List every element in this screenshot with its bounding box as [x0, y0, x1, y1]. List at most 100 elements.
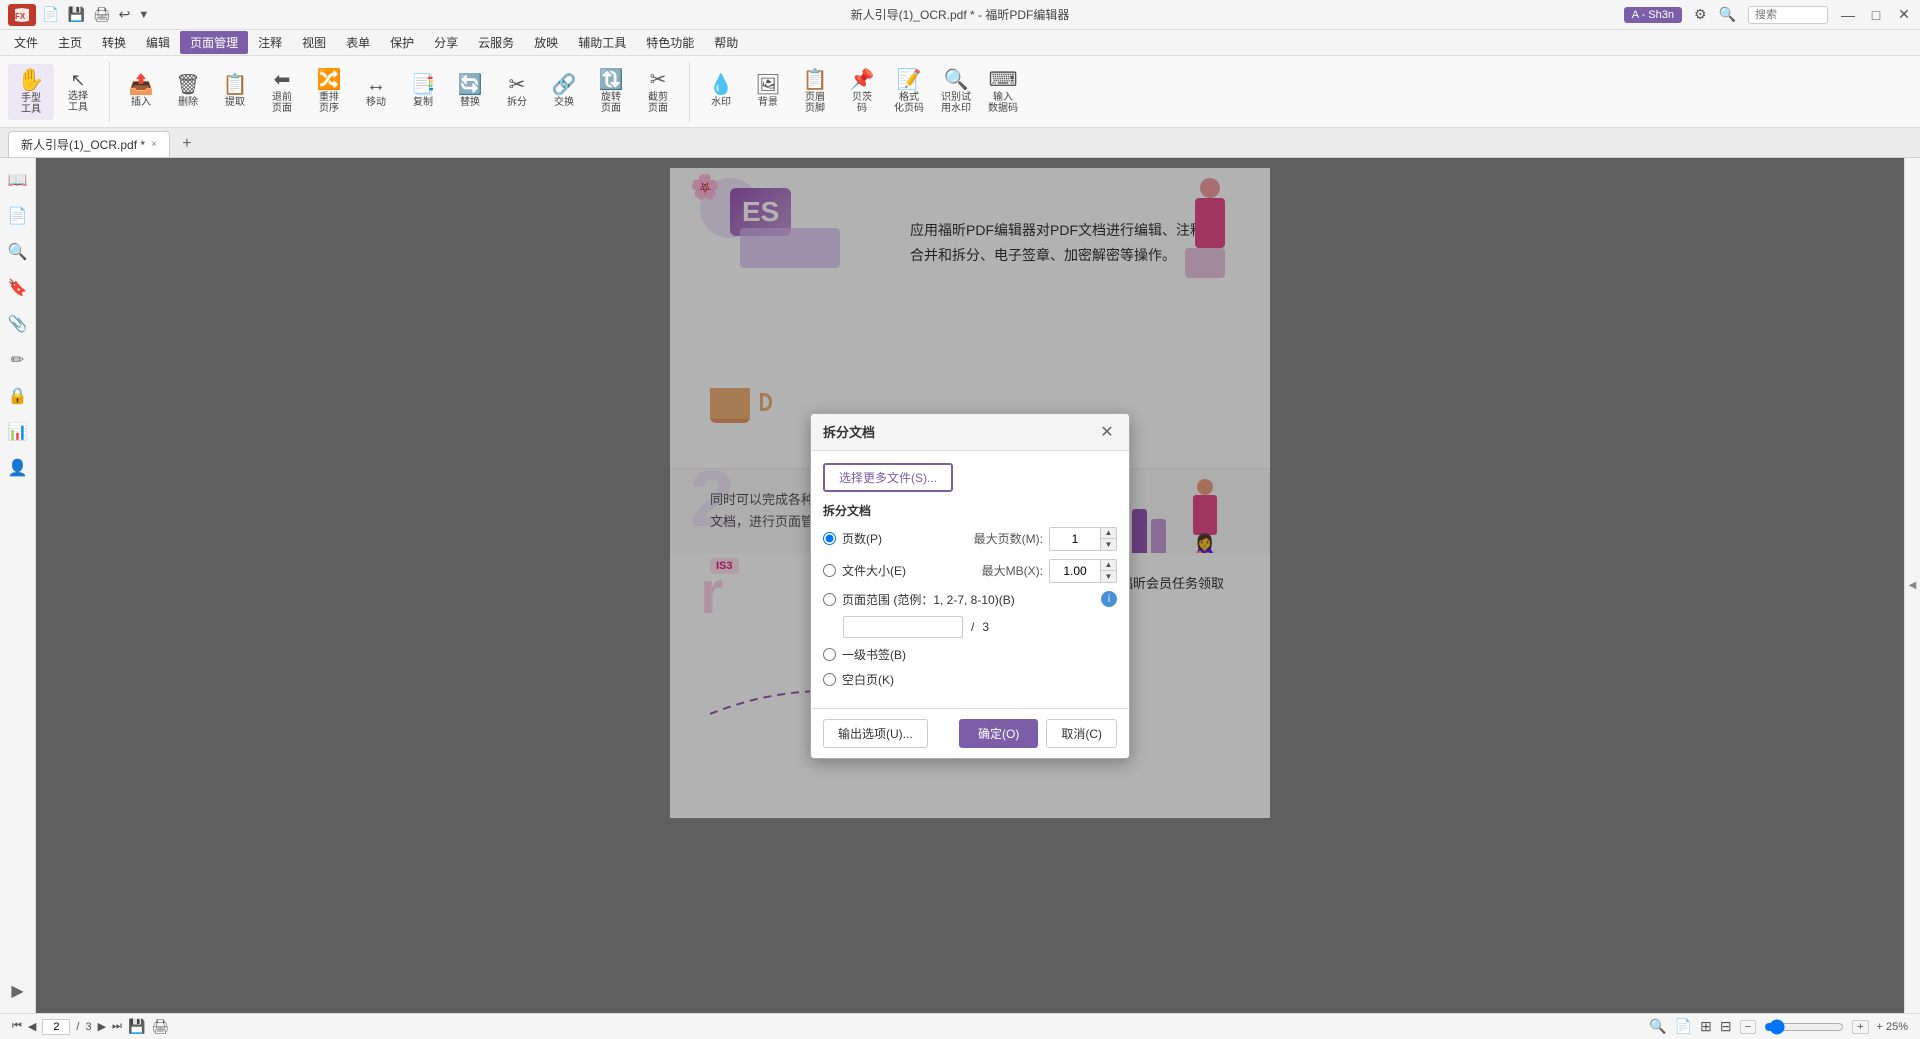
cancel-btn[interactable]: 取消(C)	[1046, 719, 1117, 748]
menu-item-cloud[interactable]: 云服务	[468, 31, 524, 54]
max-pages-spinbox[interactable]: 1 ▲ ▼	[1049, 527, 1117, 551]
print-status-btn[interactable]: 🖨	[151, 1018, 169, 1035]
zoom-plus-btn[interactable]: +	[1852, 1020, 1868, 1034]
hand-tool-btn[interactable]: ✋ 手型工具	[8, 64, 54, 120]
menu-item-view[interactable]: 视图	[292, 31, 336, 54]
maximize-btn[interactable]: □	[1868, 7, 1884, 23]
option-range-radio[interactable]	[823, 593, 836, 606]
copy-btn[interactable]: 📑 复制	[400, 64, 446, 120]
ocr-btn[interactable]: 🔍 识别试用水印	[933, 64, 979, 120]
menu-item-file[interactable]: 文件	[4, 31, 48, 54]
menu-item-form[interactable]: 表单	[336, 31, 380, 54]
move-btn[interactable]: ↔ 移动	[353, 64, 399, 120]
page-range-input[interactable]	[843, 616, 963, 638]
nav-next-btn[interactable]: ▶	[98, 1020, 106, 1033]
insert-btn[interactable]: 📤 插入	[118, 64, 164, 120]
sidebar-security-icon[interactable]: 🔒	[4, 382, 32, 410]
redo-dropdown-icon[interactable]: ▼	[136, 9, 151, 21]
option-bookmark-radio[interactable]	[823, 648, 836, 661]
undo-icon[interactable]: ↩	[117, 6, 133, 23]
document-tab[interactable]: 新人引导(1)_OCR.pdf * ×	[8, 131, 170, 157]
option-filesize-label[interactable]: 文件大小(E)	[842, 562, 976, 579]
output-options-btn[interactable]: 输出选项(U)...	[823, 719, 928, 748]
tab-close-btn[interactable]: ×	[151, 139, 157, 150]
max-pages-up-btn[interactable]: ▲	[1100, 528, 1116, 539]
view-scroll-icon[interactable]: ⊟	[1720, 1018, 1732, 1035]
print-icon[interactable]: 🖨	[91, 6, 113, 23]
max-pages-input[interactable]: 1	[1050, 530, 1100, 548]
extract-btn[interactable]: 📋 提取	[212, 64, 258, 120]
sidebar-expand-btn[interactable]: ▶	[4, 977, 32, 1005]
input-btn[interactable]: ⌨ 输入数据码	[980, 64, 1026, 120]
header-btn[interactable]: 📋 页眉页脚	[792, 64, 838, 120]
replace-btn[interactable]: 🔄 替换	[447, 64, 493, 120]
sidebar-pages-icon[interactable]: 📄	[4, 202, 32, 230]
new-tab-btn[interactable]: +	[174, 131, 200, 157]
max-mb-up-btn[interactable]: ▲	[1100, 560, 1116, 571]
option-blank-label[interactable]: 空白页(K)	[842, 671, 1117, 688]
dialog-close-btn[interactable]: ✕	[1097, 422, 1117, 442]
menu-item-edit[interactable]: 编辑	[136, 31, 180, 54]
view-single-icon[interactable]: 📄	[1675, 1018, 1692, 1035]
zoom-minus-btn[interactable]: −	[1740, 1020, 1756, 1034]
select-files-btn[interactable]: 选择更多文件(S)...	[823, 463, 953, 492]
save-icon[interactable]: 💾	[65, 6, 86, 23]
view-grid-icon[interactable]: ⊞	[1700, 1018, 1712, 1035]
menu-item-comment[interactable]: 注释	[248, 31, 292, 54]
sidebar-search-icon[interactable]: 🔍	[4, 238, 32, 266]
sidebar-bookmark-icon[interactable]: 🔖	[4, 274, 32, 302]
option-pages-radio[interactable]	[823, 532, 836, 545]
page-number-input[interactable]	[42, 1019, 70, 1035]
close-btn[interactable]: ✕	[1896, 7, 1912, 23]
minimize-btn[interactable]: —	[1840, 7, 1856, 23]
pagenumber-btn[interactable]: 📝 格式化页码	[886, 64, 932, 120]
ok-btn[interactable]: 确定(O)	[959, 719, 1038, 748]
option-range-label[interactable]: 页面范围 (范例：1, 2-7, 8-10)(B)	[842, 591, 1095, 608]
menu-item-home[interactable]: 主页	[48, 31, 92, 54]
search-input[interactable]	[1748, 6, 1828, 24]
zoom-out-icon[interactable]: 🔍	[1649, 1018, 1666, 1035]
select-tool-btn[interactable]: ↖ 选择工具	[55, 64, 101, 120]
settings-icon[interactable]: ⚙	[1694, 6, 1707, 23]
reorder-btn[interactable]: 🔀 重排页序	[306, 64, 352, 120]
rotate-btn[interactable]: 🔃 旋转页面	[588, 64, 634, 120]
menu-item-page-manage[interactable]: 页面管理	[180, 31, 248, 54]
crop-btn[interactable]: ✂ 截剪页面	[635, 64, 681, 120]
menu-item-present[interactable]: 放映	[524, 31, 568, 54]
max-mb-spinbox[interactable]: 1.00 ▲ ▼	[1049, 559, 1117, 583]
info-icon[interactable]: i	[1101, 591, 1117, 607]
search-icon[interactable]: 🔍	[1719, 6, 1736, 23]
sidebar-layers-icon[interactable]: 📊	[4, 418, 32, 446]
menu-item-convert[interactable]: 转换	[92, 31, 136, 54]
sidebar-attachment-icon[interactable]: 📎	[4, 310, 32, 338]
sidebar-right-toggle[interactable]: ◀	[1907, 580, 1918, 591]
menu-item-tools[interactable]: 辅助工具	[568, 31, 636, 54]
sidebar-thumbnail-icon[interactable]: 📖	[4, 166, 32, 194]
save-page-btn[interactable]: 💾	[128, 1018, 145, 1035]
sidebar-comment-icon[interactable]: ✏	[4, 346, 32, 374]
swap-btn[interactable]: 🔗 交换	[541, 64, 587, 120]
delete-btn[interactable]: 🗑 删除	[165, 64, 211, 120]
nav-last-btn[interactable]: ⏭	[112, 1020, 122, 1033]
option-filesize-radio[interactable]	[823, 564, 836, 577]
max-mb-input[interactable]: 1.00	[1050, 562, 1100, 580]
option-blank-radio[interactable]	[823, 673, 836, 686]
split-btn[interactable]: ✂ 拆分	[494, 64, 540, 120]
max-pages-down-btn[interactable]: ▼	[1100, 539, 1116, 550]
sidebar-signatures-icon[interactable]: 👤	[4, 454, 32, 482]
background-btn[interactable]: 🖼 背景	[745, 64, 791, 120]
menu-item-share[interactable]: 分享	[424, 31, 468, 54]
nav-prev-btn[interactable]: ◀	[28, 1020, 36, 1033]
zoom-slider[interactable]	[1764, 1019, 1844, 1035]
new-icon[interactable]: 📄	[40, 6, 61, 23]
bates-btn[interactable]: 📌 贝茨码	[839, 64, 885, 120]
watermark-btn[interactable]: 💧 水印	[698, 64, 744, 120]
menu-item-features[interactable]: 特色功能	[636, 31, 704, 54]
prev-page-btn[interactable]: ⬅ 退前页面	[259, 64, 305, 120]
option-pages-label[interactable]: 页数(P)	[842, 530, 968, 547]
menu-item-protect[interactable]: 保护	[380, 31, 424, 54]
nav-first-btn[interactable]: ⏮	[12, 1020, 22, 1033]
max-mb-down-btn[interactable]: ▼	[1100, 571, 1116, 582]
user-badge[interactable]: A - Sh3n	[1624, 7, 1682, 23]
option-bookmark-label[interactable]: 一级书签(B)	[842, 646, 1117, 663]
